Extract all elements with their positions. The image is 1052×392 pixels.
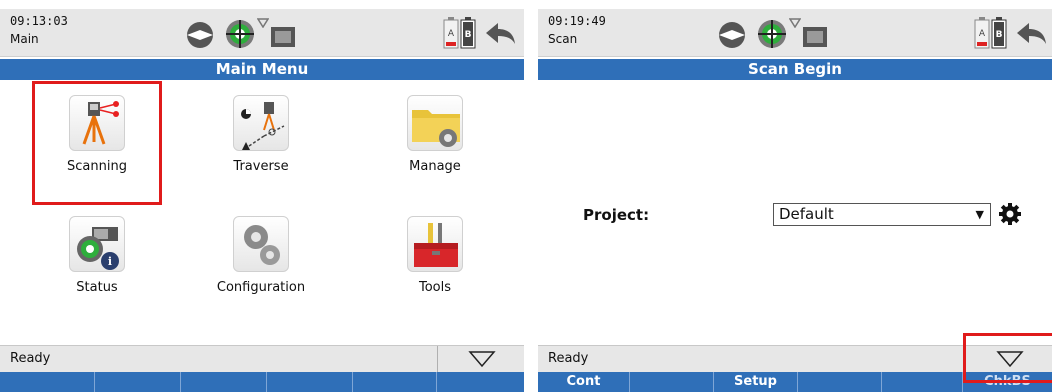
status-divider [437,346,438,373]
battery-a-icon: A [443,17,459,49]
svg-text:A: A [448,29,455,39]
page-title: Scan Begin [538,59,1052,80]
highlight-box [32,81,162,205]
softkey-4[interactable] [267,372,353,392]
softkey-5[interactable] [353,372,437,392]
status-bar: Ready [0,345,524,373]
softkey-3[interactable] [181,372,267,392]
menu-label-status: Status [76,280,118,295]
page-title: Main Menu [0,59,524,80]
softkey-cont[interactable]: Cont [538,372,630,392]
gears-icon [233,216,289,272]
menu-label-traverse: Traverse [233,159,289,174]
top-status-bar: 09:13:03 Main A B [0,9,524,57]
settings-gear-icon[interactable] [998,202,1022,226]
menu-item-traverse[interactable]: Traverse [206,95,316,187]
prism-icon [257,18,269,28]
dropdown-arrow-icon: ▼ [975,208,984,221]
sd-card-icon [802,26,828,48]
clock: 09:19:49 [548,14,606,28]
clock: 09:13:03 [10,14,68,28]
softkey-2[interactable] [630,372,714,392]
scan-begin-screen: 09:19:49 Scan A B Scan Begin Project: De… [538,9,1052,392]
battery-b-icon: B [991,17,1007,49]
project-select[interactable]: Default ▼ [773,203,991,226]
status-text: Ready [10,351,51,366]
softkey-setup[interactable]: Setup [714,372,798,392]
menu-item-manage[interactable]: Manage [380,95,490,187]
menu-label-manage: Manage [409,159,461,174]
battery-a-icon: A [974,17,990,49]
softkey-bar [0,372,524,392]
toolbox-icon [407,216,463,272]
softkey-4[interactable] [798,372,882,392]
compass-icon[interactable] [718,21,746,49]
highlight-box [963,333,1052,383]
softkey-5[interactable] [882,372,963,392]
back-arrow-icon[interactable] [1015,21,1047,45]
sd-card-icon [270,26,296,48]
softkey-2[interactable] [95,372,181,392]
battery-b-icon: B [460,17,476,49]
status-icon: i [69,216,125,272]
back-arrow-icon[interactable] [484,21,516,45]
prism-icon [789,18,801,28]
softkey-6[interactable] [437,372,524,392]
softkey-1[interactable] [0,372,95,392]
project-select-value: Default [779,205,834,223]
compass-icon[interactable] [186,21,214,49]
menu-label-tools: Tools [418,280,452,295]
menu-item-tools[interactable]: Tools [380,216,490,308]
svg-text:B: B [465,30,472,40]
project-label: Project: [583,206,650,224]
target-lock-icon[interactable] [224,18,256,50]
menu-item-status[interactable]: i Status [42,216,152,308]
chevron-down-icon[interactable] [468,350,496,372]
folder-gear-icon [407,95,463,151]
menu-label-configuration: Configuration [216,280,306,295]
status-text: Ready [548,351,589,366]
mode-label: Scan [548,32,578,46]
traverse-icon [233,95,289,151]
svg-text:A: A [979,29,986,39]
main-menu-screen: 09:13:03 Main A B Main Menu Scanning Tra… [0,9,524,392]
menu-item-configuration[interactable]: Configuration [206,216,316,308]
mode-label: Main [10,32,39,46]
svg-text:i: i [108,255,112,268]
target-lock-icon[interactable] [756,18,788,50]
svg-text:B: B [996,30,1003,40]
top-status-bar: 09:19:49 Scan A B [538,9,1052,57]
